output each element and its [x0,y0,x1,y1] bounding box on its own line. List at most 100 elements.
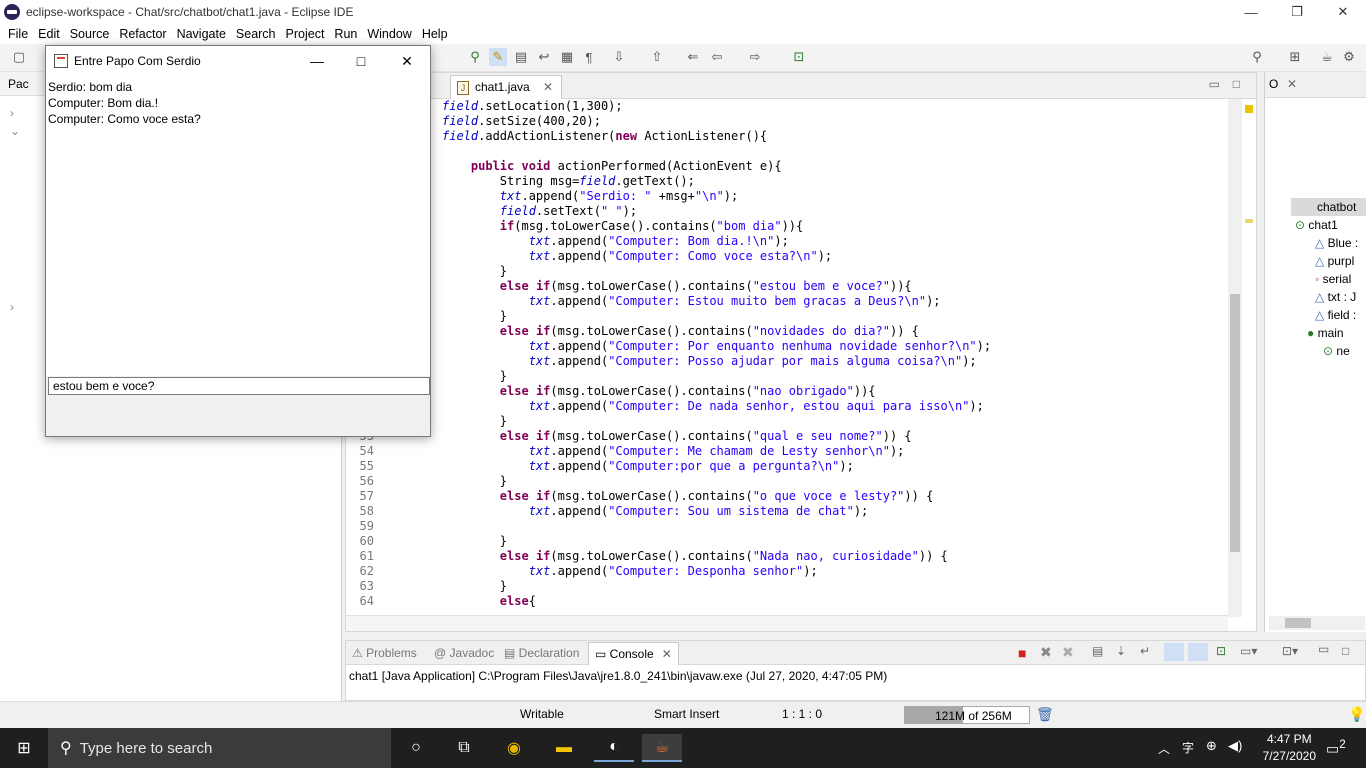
code-line[interactable]: field.setSize(400,20); [346,114,1228,129]
remove-launch-icon[interactable]: ✖ [1040,644,1052,661]
editor-vertical-scrollbar[interactable] [1228,99,1242,617]
cortana-icon[interactable]: ○ [396,734,436,762]
back-icon[interactable]: ⇦ [708,48,726,66]
file-explorer-icon[interactable]: ▬ [544,734,584,762]
code-text-area[interactable]: field.setLocation(1,300); field.setSize(4… [346,99,1228,617]
debug-icon[interactable]: ⚲ [466,48,484,66]
toggle-block-icon[interactable]: ▤ [512,48,530,66]
notification-icon[interactable]: ▭2 [1326,738,1346,758]
outline-tab[interactable]: O ✕ [1265,72,1366,98]
network-icon[interactable]: ⊕ [1206,738,1217,754]
code-line[interactable]: } [346,309,1228,324]
code-line[interactable]: public void actionPerformed(ActionEvent … [346,159,1228,174]
debug-perspective-icon[interactable]: ⚙ [1340,48,1358,66]
windows-start-icon[interactable]: ⊞ [4,734,44,762]
menu-run[interactable]: Run [329,27,362,41]
outline-horizontal-scrollbar[interactable] [1269,616,1365,630]
input-method-icon[interactable]: 字 [1182,739,1194,756]
tip-lightbulb-icon[interactable]: 💡 [1348,706,1365,723]
code-line[interactable]: if(msg.toLowerCase().contains("bom dia")… [346,219,1228,234]
scroll-lock-icon[interactable]: ⇣ [1116,644,1126,658]
prev-annotation-icon[interactable]: ⇧ [648,48,666,66]
editor-tab-chat1[interactable]: J chat1.java ✕ [450,75,563,99]
code-line[interactable]: 57 else if(msg.toLowerCase().contains("o… [346,489,1228,504]
code-line[interactable]: } [346,369,1228,384]
terminate-icon[interactable]: ■ [1018,645,1026,661]
maximize-view-icon[interactable]: □ [1233,77,1240,91]
collapse-arrow-icon[interactable]: ⌄ [10,124,20,138]
outline-item[interactable]: △ Blue : [1315,234,1358,252]
java-taskbar-icon[interactable]: ☕ [642,734,682,762]
editor-horizontal-scrollbar[interactable] [346,615,1228,631]
minimize-view-icon[interactable]: ▭ [1209,77,1220,91]
next-annotation-icon[interactable]: ⇩ [610,48,628,66]
open-perspective-icon[interactable]: ⊞ [1286,48,1304,66]
last-edit-icon[interactable]: ⇐ [684,48,702,66]
code-line[interactable]: 54 txt.append("Computer: Me chamam de Le… [346,444,1228,459]
menu-navigate[interactable]: Navigate [172,27,231,41]
close-outline-icon[interactable]: ✕ [1287,77,1297,91]
taskbar-search[interactable]: ⚲ Type here to search [48,728,391,768]
code-line[interactable]: } [346,264,1228,279]
outline-item[interactable]: chatbot [1291,198,1366,216]
minimize-button[interactable]: — [1228,0,1274,24]
scrollbar-thumb[interactable] [1230,294,1240,552]
word-wrap-console-icon[interactable]: ↵ [1140,644,1150,658]
tab-problems[interactable]: ⚠ Problems [352,646,417,660]
gc-trash-icon[interactable]: 🗑 [1036,706,1054,723]
code-line[interactable]: txt.append("Computer: Estou muito bem gr… [346,294,1228,309]
outline-item[interactable]: ● main [1307,324,1344,342]
code-line[interactable]: } [346,414,1228,429]
show-on-output-icon[interactable] [1164,643,1184,661]
maximize-console-icon[interactable]: □ [1342,644,1349,658]
code-line[interactable]: 60 } [346,534,1228,549]
code-line[interactable]: 56 } [346,474,1228,489]
close-console-icon[interactable]: ✕ [662,647,672,661]
close-button[interactable]: ✕ [1320,0,1366,24]
code-line[interactable]: else if(msg.toLowerCase().contains("esto… [346,279,1228,294]
code-line[interactable]: 64 else{ [346,594,1228,609]
forward-icon[interactable]: ⇨ [746,48,764,66]
eclipse-taskbar-icon[interactable]: ◐ [594,734,634,762]
code-line[interactable]: 53 else if(msg.toLowerCase().contains("q… [346,429,1228,444]
code-line[interactable]: else if(msg.toLowerCase().contains("nao … [346,384,1228,399]
code-line[interactable]: 59 [346,519,1228,534]
search-icon[interactable]: ⚲ [1248,48,1266,66]
menu-search[interactable]: Search [231,27,281,41]
expand-arrow-icon[interactable]: › [10,106,14,120]
new-icon[interactable]: ▢ [10,48,28,66]
code-line[interactable]: 63 } [346,579,1228,594]
outline-item[interactable]: ⊙ ne [1323,342,1350,360]
maximize-button[interactable]: ❐ [1274,0,1320,24]
code-line[interactable]: 62 txt.append("Computer: Desponha senhor… [346,564,1228,579]
code-line[interactable]: field.setLocation(1,300); [346,99,1228,114]
chat-minimize-button[interactable]: — [294,46,340,76]
code-line[interactable]: 58 txt.append("Computer: Sou um sistema … [346,504,1228,519]
code-line[interactable]: txt.append("Computer: Bom dia.!\n"); [346,234,1228,249]
volume-icon[interactable]: ◀) [1228,738,1242,754]
outline-item[interactable]: ◦ serial [1315,270,1351,288]
code-line[interactable] [346,144,1228,159]
outline-item[interactable]: △ field : [1315,306,1356,324]
chat-transcript[interactable]: Serdio: bom dia Computer: Bom dia.! Comp… [46,76,430,376]
chrome-icon[interactable]: ◉ [494,734,534,762]
outline-item[interactable]: △ txt : J [1315,288,1356,306]
chat-input-field[interactable] [48,377,430,395]
open-console-icon[interactable]: ⊡▾ [1282,644,1298,658]
show-whitespace-icon[interactable]: ▦ [558,48,576,66]
code-line[interactable]: 55 txt.append("Computer:por que a pergun… [346,459,1228,474]
code-line[interactable]: else if(msg.toLowerCase().contains("novi… [346,324,1228,339]
code-line[interactable]: txt.append("Serdio: " +msg+"\n"); [346,189,1228,204]
remove-all-icon[interactable]: ✖ [1062,644,1074,661]
menu-window[interactable]: Window [362,27,416,41]
outline-item[interactable]: △ purpl [1315,252,1354,270]
menu-edit[interactable]: Edit [33,27,65,41]
code-line[interactable]: txt.append("Computer: De nada senhor, es… [346,399,1228,414]
menu-project[interactable]: Project [281,27,330,41]
expand-arrow-icon[interactable]: › [10,300,14,314]
code-line[interactable]: field.setText(" "); [346,204,1228,219]
chat-maximize-button[interactable]: □ [338,46,384,76]
tray-chevron-icon[interactable]: ︿ [1158,740,1170,757]
tab-declaration[interactable]: ▤ Declaration [504,646,579,660]
code-line[interactable]: txt.append("Computer: Como voce esta?\n"… [346,249,1228,264]
